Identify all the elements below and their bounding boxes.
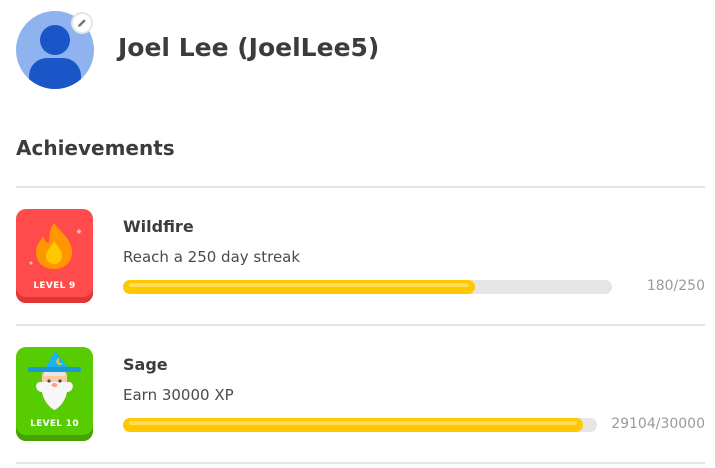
progress-fill — [123, 280, 476, 294]
wizard-icon — [28, 351, 81, 410]
divider — [16, 324, 705, 326]
sage-badge: LEVEL 10 — [16, 347, 93, 441]
achievements-heading: Achievements — [16, 136, 175, 160]
achievement-description: Reach a 250 day streak — [123, 248, 301, 266]
progress-count: 29104/30000 — [611, 416, 705, 432]
pencil-icon — [78, 19, 86, 27]
progress-count: 180/250 — [646, 278, 705, 294]
progress-fill — [123, 418, 583, 432]
badge-level-label: LEVEL 9 — [33, 281, 76, 291]
edit-avatar-button[interactable] — [71, 12, 93, 34]
achievement-item-wildfire[interactable]: LEVEL 9 Wildfire Reach a 250 day streak … — [16, 209, 705, 305]
progress-bar — [123, 418, 597, 432]
achievement-title: Sage — [123, 355, 168, 374]
divider — [16, 462, 705, 464]
wildfire-badge: LEVEL 9 — [16, 209, 93, 303]
badge-level-label: LEVEL 10 — [30, 419, 79, 429]
achievement-item-sage[interactable]: LEVEL 10 Sage Earn 30000 XP 29104/30000 — [16, 347, 705, 443]
profile-display-name: Joel Lee (JoelLee5) — [118, 33, 380, 62]
avatar-head — [40, 25, 70, 55]
divider — [16, 186, 705, 188]
profile-header: Joel Lee (JoelLee5) — [16, 11, 696, 91]
flame-icon — [29, 223, 82, 269]
progress-bar — [123, 280, 612, 294]
achievement-description: Earn 30000 XP — [123, 386, 234, 404]
avatar-body — [29, 58, 81, 89]
achievement-title: Wildfire — [123, 217, 194, 236]
